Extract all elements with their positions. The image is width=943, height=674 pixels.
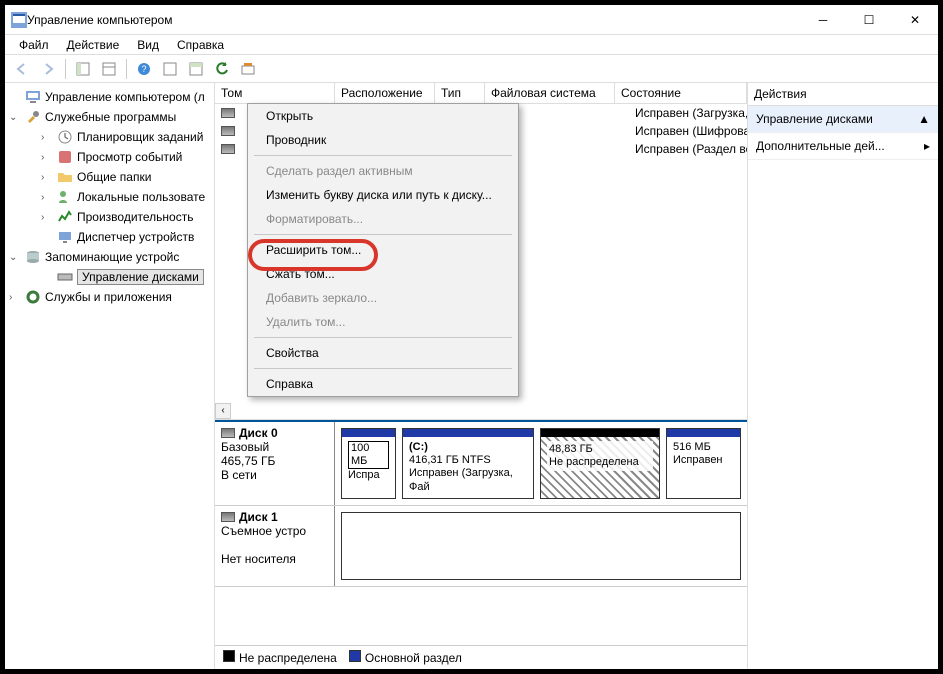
- tree-shared[interactable]: Общие папки: [41, 167, 214, 187]
- window-title: Управление компьютером: [27, 13, 800, 27]
- partition[interactable]: 100 МБИспра: [341, 428, 396, 499]
- tree-diskmgmt[interactable]: Управление дисками: [41, 267, 214, 287]
- toolbar-icon[interactable]: [237, 58, 259, 80]
- tree-tools-group[interactable]: Служебные программы: [9, 107, 214, 127]
- col-layout[interactable]: Расположение: [335, 83, 435, 103]
- tree-services[interactable]: Службы и приложения: [9, 287, 214, 307]
- volume-icon: [221, 126, 235, 136]
- disk-icon: [57, 269, 73, 285]
- disk1-nomedia[interactable]: [341, 512, 741, 580]
- minimize-button[interactable]: ─: [800, 5, 846, 34]
- tree-perf[interactable]: Производительность: [41, 207, 214, 227]
- close-button[interactable]: ✕: [892, 5, 938, 34]
- users-icon: [57, 189, 73, 205]
- menu-help[interactable]: Справка: [169, 36, 232, 54]
- partition-c[interactable]: (C:)416,31 ГБ NTFSИсправен (Загрузка, Фа…: [402, 428, 534, 499]
- partition-unallocated[interactable]: 48,83 ГБНе распределена: [540, 428, 660, 499]
- col-type[interactable]: Тип: [435, 83, 485, 103]
- partition[interactable]: 516 МБИсправен: [666, 428, 741, 499]
- collapse-icon: ▲: [918, 112, 930, 126]
- volume-table-header: Том Расположение Тип Файловая система Со…: [215, 83, 747, 104]
- help-icon[interactable]: ?: [133, 58, 155, 80]
- disk0-header[interactable]: Диск 0 Базовый 465,75 ГБ В сети: [215, 422, 335, 505]
- disk-row-0: Диск 0 Базовый 465,75 ГБ В сети 100 МБИс…: [215, 422, 747, 506]
- context-menu: Открыть Проводник Сделать раздел активны…: [247, 103, 519, 397]
- actions-item-diskmgmt[interactable]: Управление дисками▲: [748, 106, 938, 133]
- disk-icon: [221, 428, 235, 438]
- disk1-header[interactable]: Диск 1 Съемное устро Нет носителя: [215, 506, 335, 586]
- tree-storage-group[interactable]: Запоминающие устройс: [9, 247, 214, 267]
- tree-pane: Управление компьютером (л Служебные прог…: [5, 83, 215, 669]
- toolbar-icon[interactable]: [98, 58, 120, 80]
- back-button[interactable]: [11, 58, 33, 80]
- svg-text:?: ?: [141, 64, 146, 74]
- actions-pane: Действия Управление дисками▲ Дополнитель…: [748, 83, 938, 669]
- toolbar: ?: [5, 55, 938, 83]
- tree-users[interactable]: Локальные пользовате: [41, 187, 214, 207]
- cm-extend[interactable]: Расширить том...: [248, 238, 518, 262]
- legend-swatch-primary: [349, 650, 361, 662]
- cm-make-active: Сделать раздел активным: [248, 159, 518, 183]
- device-icon: [57, 229, 73, 245]
- tree-eventviewer[interactable]: Просмотр событий: [41, 147, 214, 167]
- disk-row-1: Диск 1 Съемное устро Нет носителя: [215, 506, 747, 587]
- col-volume[interactable]: Том: [215, 83, 335, 103]
- folder-icon: [57, 169, 73, 185]
- col-fs[interactable]: Файловая система: [485, 83, 615, 103]
- col-status[interactable]: Состояние: [615, 83, 747, 103]
- tools-icon: [25, 109, 41, 125]
- app-icon: [11, 12, 27, 28]
- forward-button[interactable]: [37, 58, 59, 80]
- legend-swatch-unalloc: [223, 650, 235, 662]
- actions-item-more[interactable]: Дополнительные дей...▸: [748, 133, 938, 160]
- cm-open[interactable]: Открыть: [248, 104, 518, 128]
- cm-format: Форматировать...: [248, 207, 518, 231]
- chevron-right-icon: ▸: [924, 139, 930, 153]
- cm-properties[interactable]: Свойства: [248, 341, 518, 365]
- actions-header: Действия: [748, 83, 938, 106]
- perf-icon: [57, 209, 73, 225]
- tree-scheduler[interactable]: Планировщик заданий: [41, 127, 214, 147]
- toolbar-icon[interactable]: [185, 58, 207, 80]
- event-icon: [57, 149, 73, 165]
- maximize-button[interactable]: ☐: [846, 5, 892, 34]
- cm-help[interactable]: Справка: [248, 372, 518, 396]
- computer-icon: [25, 89, 41, 105]
- titlebar: Управление компьютером ─ ☐ ✕: [5, 5, 938, 35]
- toolbar-icon[interactable]: [159, 58, 181, 80]
- cm-mirror: Добавить зеркало...: [248, 286, 518, 310]
- clock-icon: [57, 129, 73, 145]
- tree-devmgr[interactable]: Диспетчер устройств: [41, 227, 214, 247]
- cm-delete: Удалить том...: [248, 310, 518, 334]
- menu-action[interactable]: Действие: [59, 36, 128, 54]
- volume-icon: [221, 108, 235, 118]
- tree-root[interactable]: Управление компьютером (л: [9, 87, 214, 107]
- menu-file[interactable]: Файл: [11, 36, 57, 54]
- toolbar-icon[interactable]: [72, 58, 94, 80]
- hscroll[interactable]: ‹: [215, 403, 747, 419]
- disk-icon: [221, 512, 235, 522]
- cm-change-letter[interactable]: Изменить букву диска или путь к диску...: [248, 183, 518, 207]
- volume-icon: [221, 144, 235, 154]
- disk-graphic-area: Диск 0 Базовый 465,75 ГБ В сети 100 МБИс…: [215, 420, 747, 645]
- cm-shrink[interactable]: Сжать том...: [248, 262, 518, 286]
- refresh-icon[interactable]: [211, 58, 233, 80]
- menu-bar: Файл Действие Вид Справка: [5, 35, 938, 55]
- legend: Не распределена Основной раздел: [215, 645, 747, 669]
- storage-icon: [25, 249, 41, 265]
- menu-view[interactable]: Вид: [129, 36, 167, 54]
- services-icon: [25, 289, 41, 305]
- cm-explorer[interactable]: Проводник: [248, 128, 518, 152]
